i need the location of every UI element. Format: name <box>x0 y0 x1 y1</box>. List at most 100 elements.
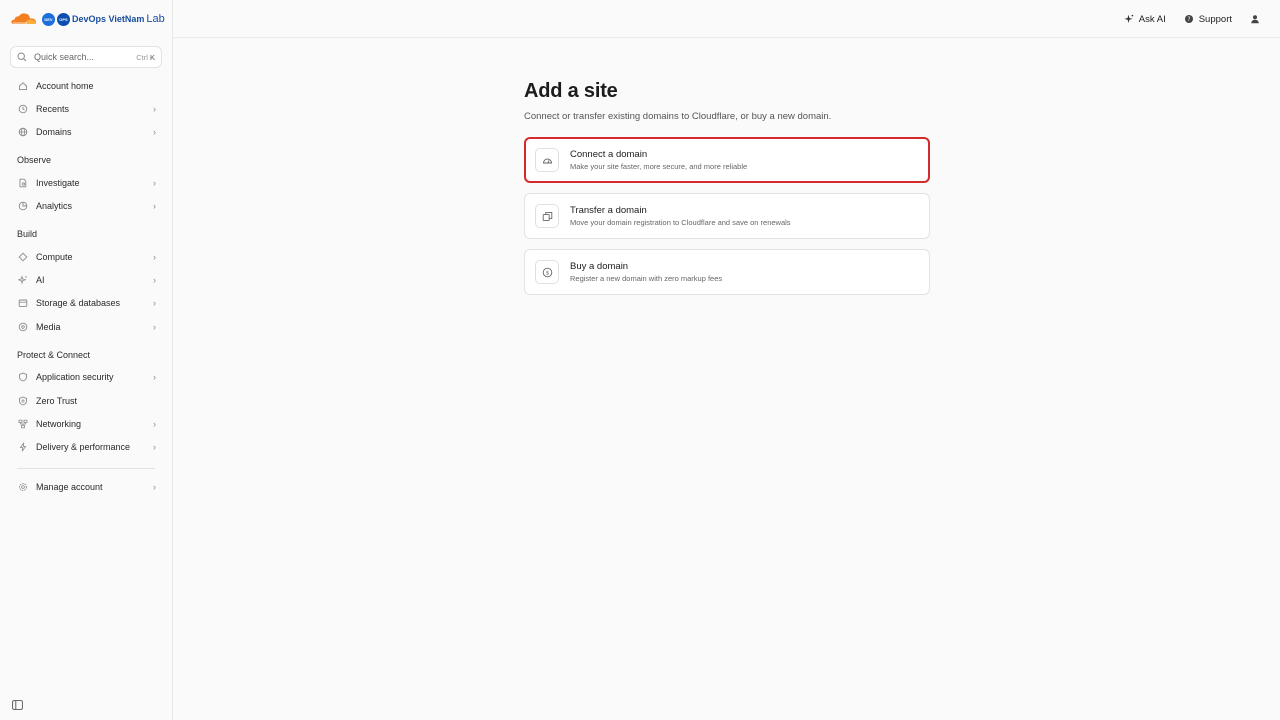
shortcut-key: K <box>149 52 155 62</box>
chevron-right-icon: › <box>153 442 156 453</box>
user-icon <box>1251 15 1259 24</box>
brand-badge-ops: OPS <box>57 12 70 26</box>
home-icon <box>18 81 28 91</box>
transfer-icon <box>535 204 559 228</box>
pie-chart-icon <box>18 201 28 211</box>
chevron-right-icon: › <box>153 275 156 286</box>
section-build: Build <box>17 228 38 239</box>
sidebar-item-label: Compute <box>36 251 73 262</box>
card-text: Transfer a domain Move your domain regis… <box>570 205 791 227</box>
chevron-right-icon: › <box>153 251 156 262</box>
ask-ai-button[interactable]: Ask AI <box>1124 14 1166 25</box>
sidebar-item-networking[interactable]: Networking › <box>0 412 172 435</box>
brand-name: DevOps VietNam <box>72 14 145 24</box>
chevron-right-icon: › <box>153 104 156 115</box>
sidebar-item-label: Delivery & performance <box>36 442 131 453</box>
sidebar-item-manage-account[interactable]: Manage account › <box>0 475 172 498</box>
user-menu-button[interactable] <box>1250 14 1260 24</box>
card-title: Connect a domain <box>570 149 648 160</box>
sidebar-item-zero-trust[interactable]: Zero Trust <box>0 389 172 412</box>
ask-ai-label: Ask AI <box>1138 13 1166 25</box>
support-button[interactable]: ? Support <box>1184 14 1232 25</box>
sidebar-item-delivery-performance[interactable]: Delivery & performance › <box>0 436 172 459</box>
chevron-right-icon: › <box>153 372 156 383</box>
page-title: Add a site <box>524 80 618 102</box>
topbar-actions: Ask AI ? Support <box>1124 0 1260 38</box>
page-subtitle: Connect or transfer existing domains to … <box>524 111 832 122</box>
svg-text:?: ? <box>1187 16 1190 23</box>
sidebar-item-media[interactable]: Media › <box>0 315 172 338</box>
logo-area[interactable]: DEV OPS DevOps VietNam Lab <box>0 0 172 38</box>
sidebar-item-label: Networking <box>36 418 82 429</box>
sidebar-item-investigate[interactable]: Investigate › <box>0 171 172 194</box>
speedometer-icon <box>535 148 559 172</box>
main-content: Add a site Connect or transfer existing … <box>524 80 930 305</box>
globe-icon <box>18 127 28 137</box>
transfer-domain-card[interactable]: Transfer a domain Move your domain regis… <box>524 193 930 239</box>
section-protect-connect: Protect & Connect <box>17 349 91 360</box>
sidebar-item-analytics[interactable]: Analytics › <box>0 195 172 218</box>
database-icon <box>18 298 28 308</box>
devops-vietnam-logo: DEV OPS DevOps VietNam Lab <box>42 12 165 26</box>
sidebar-item-label: Manage account <box>36 481 103 492</box>
media-icon <box>18 322 28 332</box>
chevron-right-icon: › <box>153 418 156 429</box>
card-title: Buy a domain <box>570 261 629 272</box>
shortcut-mod: Ctrl <box>136 52 148 62</box>
card-text: Connect a domain Make your site faster, … <box>570 149 747 171</box>
quick-search[interactable]: Quick search... Ctrl K <box>10 46 162 68</box>
sidebar: DEV OPS DevOps VietNam Lab Quick search.… <box>0 0 173 720</box>
card-description: Register a new domain with zero markup f… <box>570 274 723 283</box>
sidebar-item-label: Recents <box>36 104 70 115</box>
sidebar-item-label: Account home <box>36 80 94 91</box>
sidebar-divider <box>17 468 155 470</box>
zero-trust-shield-icon <box>18 396 28 406</box>
cloudflare-logo-icon <box>11 13 37 24</box>
card-title: Transfer a domain <box>570 205 647 216</box>
sidebar-item-ai[interactable]: AI › <box>0 268 172 291</box>
compute-icon <box>18 252 28 262</box>
sidebar-item-label: Investigate <box>36 177 80 188</box>
chevron-right-icon: › <box>153 321 156 332</box>
chevron-right-icon: › <box>153 201 156 212</box>
bolt-icon <box>18 442 28 452</box>
sidebar-item-compute[interactable]: Compute › <box>0 245 172 268</box>
card-text: Buy a domain Register a new domain with … <box>570 261 722 283</box>
card-description: Move your domain registration to Cloudfl… <box>570 218 791 227</box>
connect-domain-card[interactable]: Connect a domain Make your site faster, … <box>524 137 930 183</box>
chevron-right-icon: › <box>153 481 156 492</box>
sidebar-item-application-security[interactable]: Application security › <box>0 366 172 389</box>
sidebar-item-label: Analytics <box>36 201 73 212</box>
sidebar-nav: Account home Recents › Domains › Observe… <box>0 74 172 498</box>
dollar-icon: $ <box>535 260 559 284</box>
sparkle-icon <box>18 275 28 285</box>
sidebar-item-label: Application security <box>36 372 114 383</box>
brand-badge-dev: DEV <box>42 12 55 26</box>
buy-domain-card[interactable]: $ Buy a domain Register a new domain wit… <box>524 249 930 295</box>
chevron-right-icon: › <box>153 298 156 309</box>
search-placeholder: Quick search... <box>34 52 95 62</box>
sidebar-item-label: AI <box>36 275 45 286</box>
clock-icon <box>18 104 28 114</box>
sidebar-item-domains[interactable]: Domains › <box>0 121 172 144</box>
chevron-right-icon: › <box>153 177 156 188</box>
sidebar-item-recents[interactable]: Recents › <box>0 97 172 120</box>
svg-text:$: $ <box>545 270 549 276</box>
document-search-icon <box>18 178 28 188</box>
shield-icon <box>18 372 28 382</box>
help-circle-icon: ? <box>1184 15 1193 23</box>
brand-suffix: Lab <box>146 13 165 25</box>
card-description: Make your site faster, more secure, and … <box>570 162 748 171</box>
gear-icon <box>18 482 28 492</box>
sidebar-item-account-home[interactable]: Account home <box>0 74 172 97</box>
sidebar-item-storage-databases[interactable]: Storage & databases › <box>0 292 172 315</box>
top-bar: Ask AI ? Support <box>173 0 1280 38</box>
search-shortcut: Ctrl K <box>136 53 155 62</box>
sidebar-toggle-icon[interactable] <box>12 700 23 710</box>
sidebar-item-label: Media <box>36 321 61 332</box>
sparkle-icon <box>1124 14 1133 23</box>
chevron-right-icon: › <box>153 127 156 138</box>
network-icon <box>18 419 28 429</box>
sidebar-item-label: Domains <box>36 127 72 138</box>
search-icon <box>17 52 27 62</box>
